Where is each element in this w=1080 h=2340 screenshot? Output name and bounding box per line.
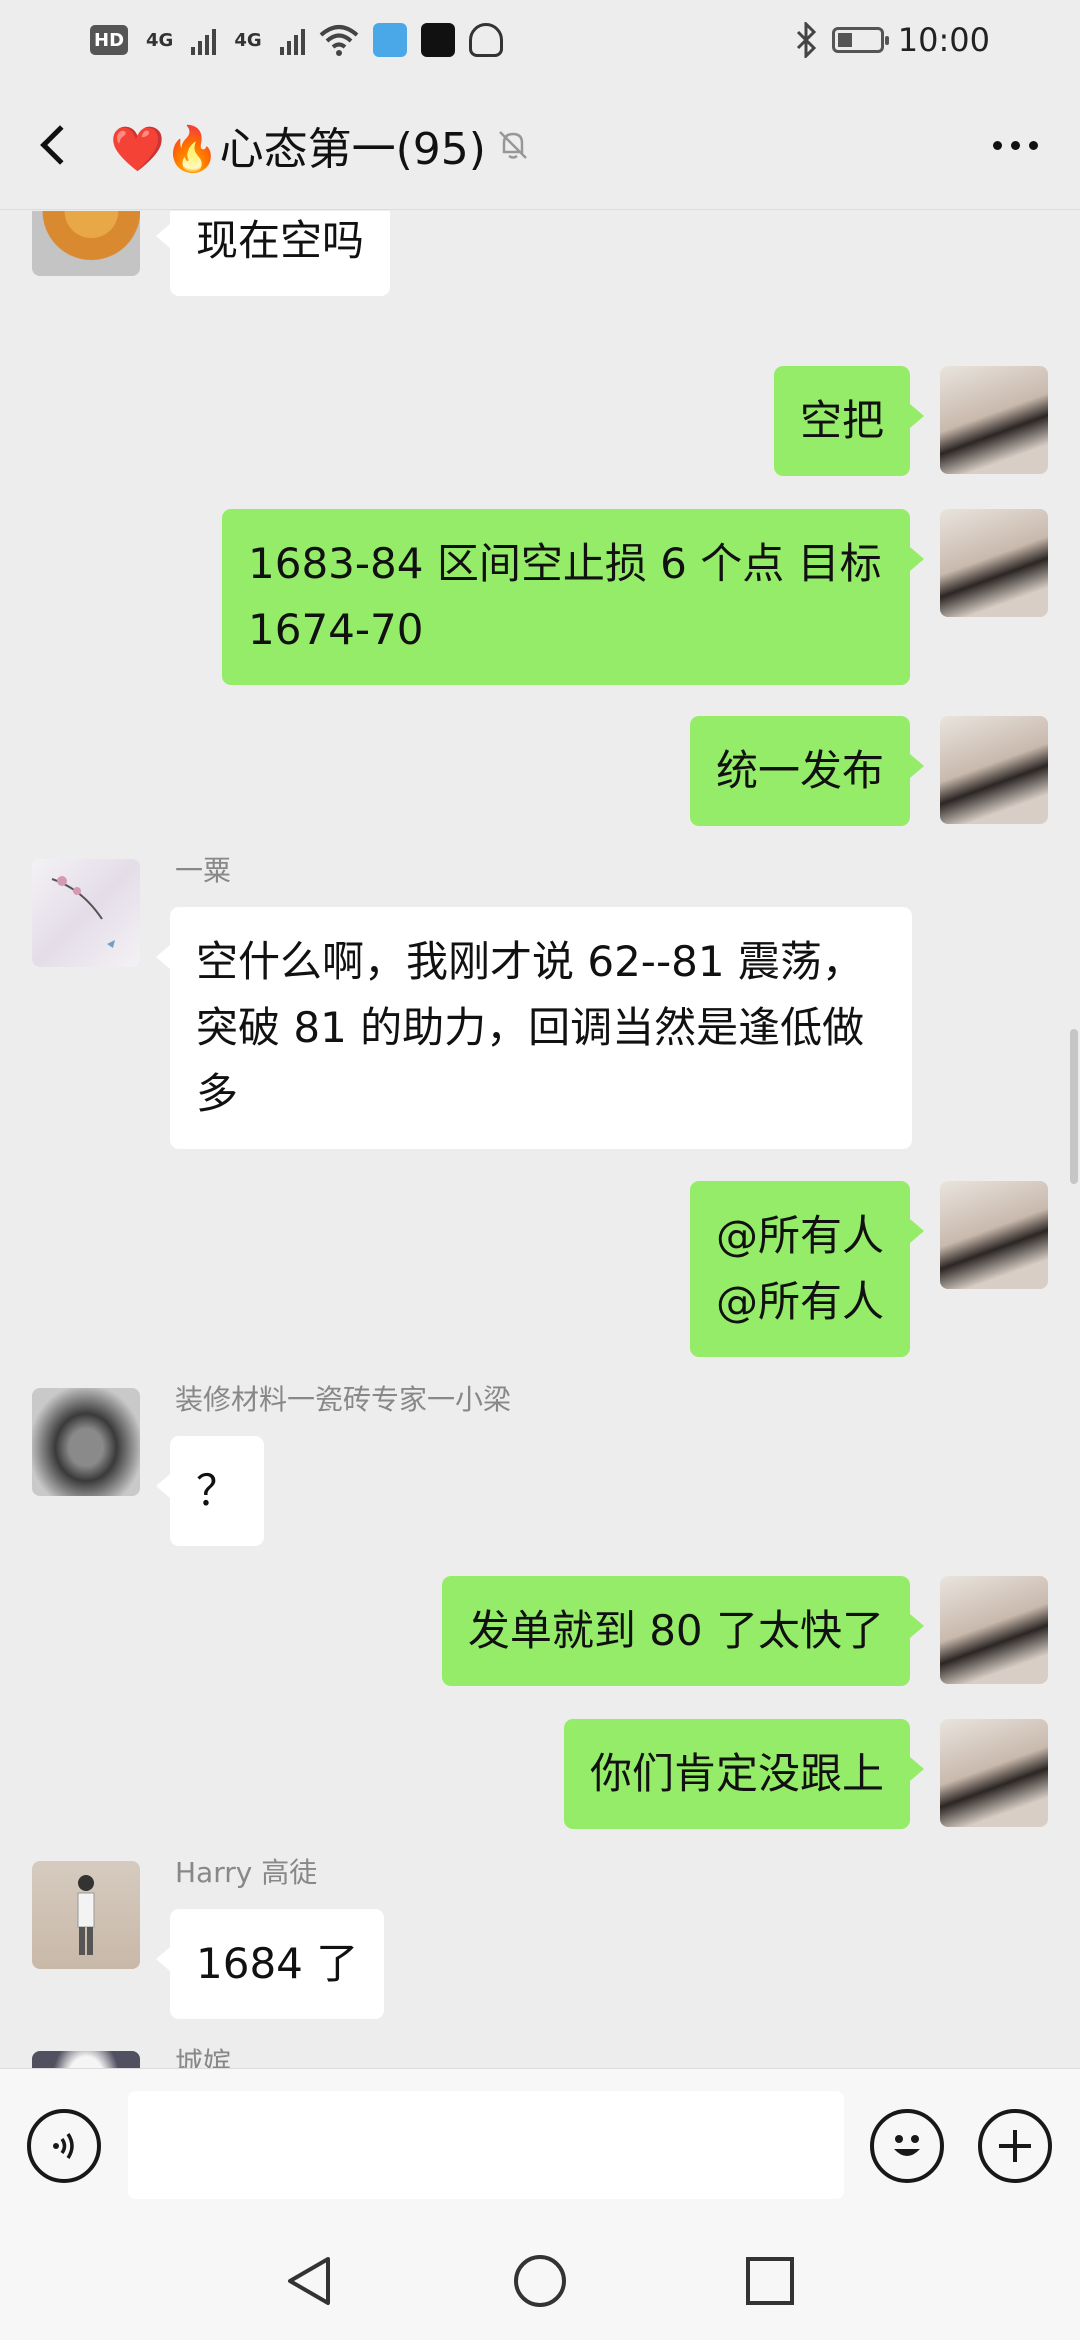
- sender-name: Harry 高徒: [175, 1856, 318, 1889]
- chat-title: ❤️🔥心态第一(95): [110, 123, 486, 175]
- wifi-icon: [319, 25, 358, 56]
- 4g-label: 4G: [146, 29, 174, 51]
- voice-icon: [53, 2133, 74, 2159]
- message-bubble[interactable]: 统一发布: [689, 716, 925, 826]
- avatar[interactable]: [32, 2051, 140, 2068]
- dot: [1028, 141, 1038, 150]
- input-bar: [0, 2068, 1080, 2223]
- tiktok-icon: [420, 23, 455, 57]
- chat-header: ❤️🔥心态第一(95): [0, 80, 1080, 210]
- message-list[interactable]: 现在空吗 空把 1683-84 区间空止损 6 个点 目标 1674-70 统一…: [0, 211, 1080, 2068]
- voice-input-button[interactable]: [27, 2109, 101, 2183]
- avatar[interactable]: [940, 1576, 1048, 1684]
- figure-icon: [77, 1875, 95, 1955]
- avatar[interactable]: [32, 211, 140, 276]
- avatar[interactable]: [940, 1719, 1048, 1827]
- message-bubble[interactable]: 你们肯定没跟上: [563, 1719, 925, 1829]
- more-options-button[interactable]: [980, 118, 1050, 173]
- message-input[interactable]: [128, 2091, 844, 2199]
- hd-icon: HD: [90, 25, 129, 55]
- message-bubble[interactable]: 空把: [773, 366, 925, 476]
- back-button[interactable]: [0, 80, 110, 210]
- more-functions-button[interactable]: [978, 2109, 1052, 2183]
- chat-title-area[interactable]: ❤️🔥心态第一(95): [110, 113, 530, 177]
- chevron-left-icon: [40, 124, 80, 165]
- message-app-icon: [372, 23, 407, 57]
- nav-home-button[interactable]: [510, 2251, 570, 2311]
- sender-name: 装修材料一瓷砖专家一小梁: [175, 1383, 512, 1416]
- flower-painting-icon: [51, 876, 115, 948]
- message-bubble[interactable]: 现在空吗: [155, 211, 391, 296]
- nav-back-button[interactable]: [280, 2251, 340, 2311]
- sender-name: 城嫔: [175, 2046, 232, 2068]
- nav-recents-button[interactable]: [740, 2251, 800, 2311]
- signal-icon: [191, 25, 217, 55]
- message-bubble[interactable]: 空什么啊，我刚才说 62--81 震荡，突破 81 的助力，回调当然是逢低做多: [156, 907, 912, 1149]
- avatar[interactable]: [32, 1861, 140, 1969]
- cat-app-icon: [468, 23, 503, 57]
- message-bubble[interactable]: ？: [155, 1436, 265, 1546]
- battery-icon: [831, 27, 889, 53]
- bluetooth-icon: [796, 22, 816, 58]
- message-bubble[interactable]: 发单就到 80 了太快了: [441, 1576, 925, 1686]
- sender-name: 一粟: [175, 854, 232, 887]
- system-nav-bar: [0, 2223, 1080, 2340]
- plus-icon: [999, 2130, 1031, 2162]
- avatar[interactable]: [940, 509, 1048, 617]
- status-bar: HD 4G 4G 10:00: [0, 0, 1080, 80]
- avatar[interactable]: [940, 1181, 1048, 1289]
- dot: [992, 141, 1002, 150]
- message-bubble[interactable]: 1684 了: [155, 1909, 385, 2019]
- emoji-button[interactable]: [870, 2109, 944, 2183]
- avatar[interactable]: [32, 1388, 140, 1496]
- signal-icon-2: [279, 25, 305, 55]
- 4g-label-2: 4G: [234, 29, 262, 51]
- avatar[interactable]: [32, 859, 140, 967]
- muted-bell-icon: [499, 130, 527, 159]
- smiley-icon: [894, 2135, 920, 2156]
- avatar[interactable]: [940, 716, 1048, 824]
- message-bubble[interactable]: @所有人 @所有人: [689, 1181, 925, 1357]
- status-icons-right: 10:00: [794, 21, 990, 59]
- message-bubble[interactable]: 1683-84 区间空止损 6 个点 目标 1674-70: [222, 509, 924, 685]
- dot: [1010, 141, 1020, 150]
- status-time: 10:00: [897, 21, 990, 59]
- avatar[interactable]: [940, 366, 1048, 474]
- status-icons-left: HD 4G 4G: [90, 23, 503, 57]
- scrollbar[interactable]: [1070, 1029, 1078, 1184]
